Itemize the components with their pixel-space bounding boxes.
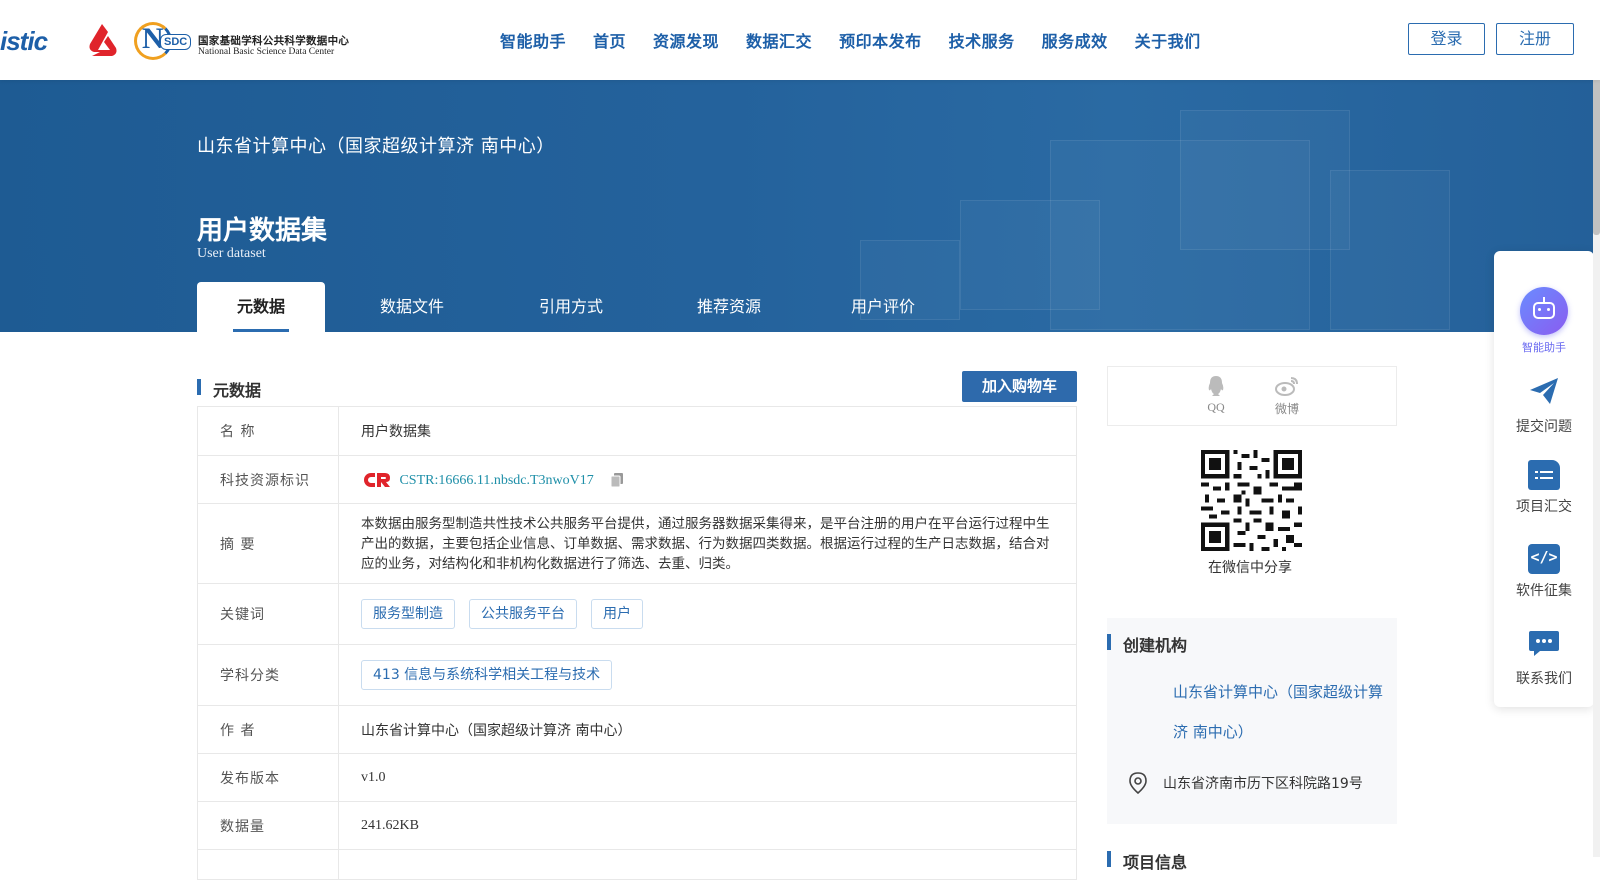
wechat-qr-code: [1201, 450, 1302, 551]
keyword-tag[interactable]: 服务型制造: [361, 599, 455, 629]
banner-deco-box: [1330, 170, 1450, 330]
float-project-label: 项目汇交: [1516, 499, 1572, 515]
org-title: 山东省计算中心（国家超级计算济 南中心）: [197, 136, 555, 157]
nsdc-sdc-badge: SDC: [160, 34, 192, 50]
keywords-cell: 服务型制造 公共服务平台 用户: [338, 583, 1077, 645]
row-value: [338, 849, 1077, 880]
keyword-tag[interactable]: 用户: [591, 599, 643, 629]
copy-icon[interactable]: [610, 472, 624, 488]
table-row: 发布版本 v1.0: [197, 753, 1077, 802]
banner-deco-box: [1180, 110, 1350, 250]
row-key: 科技资源标识: [197, 455, 339, 504]
nsdc-logo-cn: 国家基础学科公共科学数据中心: [198, 35, 350, 47]
dataset-tabs: 元数据 数据文件 引用方式 推荐资源 用户评价: [197, 282, 951, 332]
tab-data-files[interactable]: 数据文件: [325, 282, 499, 332]
row-key: 摘 要: [197, 503, 339, 584]
table-row: 关键词 服务型制造 公共服务平台 用户: [197, 583, 1077, 645]
row-key: 关键词: [197, 583, 339, 645]
tab-metadata[interactable]: 元数据: [197, 282, 325, 332]
float-assistant-label: 智能助手: [1522, 341, 1566, 354]
tab-citation[interactable]: 引用方式: [499, 282, 643, 332]
row-key: 发布版本: [197, 753, 339, 802]
cstr-cell: CSTR:16666.11.nbsdc.T3nwoV17: [338, 455, 1077, 504]
banner-deco-box: [960, 200, 1100, 310]
nav-submit-data[interactable]: 数据汇交: [746, 28, 812, 52]
site-header: istic N SDC 国家基础学科公共科学数据中心 National Basi…: [0, 0, 1600, 80]
cstr-link[interactable]: CSTR:16666.11.nbsdc.T3nwoV17: [399, 473, 593, 488]
tab-recommended[interactable]: 推荐资源: [643, 282, 815, 332]
float-contact[interactable]: 联系我们: [1494, 628, 1594, 688]
version-value: v1.0: [338, 753, 1077, 802]
main-nav: 智能助手 首页 资源发现 数据汇交 预印本发布 技术服务 服务成效 关于我们: [500, 28, 1228, 52]
creator-org-link[interactable]: 山东省计算中心（国家超级计算济 南中心）: [1173, 672, 1383, 752]
dataset-title: 用户数据集: [197, 216, 328, 246]
istic-logo[interactable]: istic: [0, 20, 66, 60]
table-row: 学科分类 413 信息与系统科学相关工程与技术: [197, 644, 1077, 706]
float-submit-label: 提交问题: [1516, 419, 1572, 435]
login-button[interactable]: 登录: [1408, 23, 1485, 55]
add-to-cart-button[interactable]: 加入购物车: [962, 371, 1077, 402]
float-project[interactable]: 项目汇交: [1494, 460, 1594, 516]
nav-tech-service[interactable]: 技术服务: [949, 28, 1015, 52]
table-row: 名 称 用户数据集: [197, 406, 1077, 456]
size-value: 241.62KB: [338, 801, 1077, 850]
nav-preprint[interactable]: 预印本发布: [839, 28, 922, 52]
chat-bubble-icon: [1529, 631, 1559, 656]
float-software-label: 软件征集: [1516, 583, 1572, 599]
row-key: 数据量: [197, 801, 339, 850]
abstract-value: 本数据由服务型制造共性技术公共服务平台提供，通过服务器数据采集得来，是平台注册的…: [338, 503, 1077, 584]
row-key: 作 者: [197, 705, 339, 754]
creator-section-title: 创建机构: [1107, 632, 1187, 656]
dataset-name-value: 用户数据集: [338, 406, 1077, 456]
subject-tag[interactable]: 413 信息与系统科学相关工程与技术: [361, 660, 613, 690]
share-qq[interactable]: QQ: [1196, 375, 1236, 415]
robot-icon: [1520, 287, 1568, 335]
nav-outcomes[interactable]: 服务成效: [1042, 28, 1108, 52]
table-row: 数据量 241.62KB: [197, 801, 1077, 850]
float-assistant[interactable]: 智能助手: [1494, 287, 1594, 355]
share-weibo[interactable]: 微博: [1267, 375, 1307, 417]
table-row: 科技资源标识 CSTR:16666.11.nbsdc.T3nwoV17: [197, 455, 1077, 504]
nav-home[interactable]: 首页: [593, 28, 626, 52]
paper-plane-icon: [1530, 378, 1558, 404]
float-contact-label: 联系我们: [1516, 671, 1572, 687]
brand-s-logo[interactable]: [82, 22, 122, 58]
weibo-label: 微博: [1274, 402, 1299, 416]
istic-logo-text: istic: [0, 26, 48, 56]
metadata-table: 名 称 用户数据集 科技资源标识 CSTR:16666.11.nbsdc.T3n…: [197, 406, 1077, 880]
dataset-subtitle: User dataset: [197, 246, 266, 261]
nsdc-logo-en: National Basic Science Data Center: [198, 47, 335, 57]
float-software[interactable]: </> 软件征集: [1494, 544, 1594, 600]
nav-discover[interactable]: 资源发现: [653, 28, 719, 52]
project-section-title: 项目信息: [1107, 849, 1187, 873]
tab-reviews[interactable]: 用户评价: [815, 282, 951, 332]
cstr-logo-icon: [364, 472, 390, 487]
floating-toolbar: 智能助手 提交问题 项目汇交 </> 软件征集 联系我们: [1494, 251, 1594, 707]
keyword-tag[interactable]: 公共服务平台: [469, 599, 577, 629]
register-button[interactable]: 注册: [1496, 23, 1574, 55]
row-key: 名 称: [197, 406, 339, 456]
table-row: 摘 要 本数据由服务型制造共性技术公共服务平台提供，通过服务器数据采集得来，是平…: [197, 503, 1077, 584]
location-pin-icon: [1129, 772, 1147, 794]
row-key: [197, 849, 339, 880]
subject-cell: 413 信息与系统科学相关工程与技术: [338, 644, 1077, 706]
qq-label: QQ: [1207, 400, 1225, 414]
nav-assistant[interactable]: 智能助手: [500, 28, 566, 52]
folder-list-icon: [1528, 460, 1560, 490]
page-scrollbar[interactable]: [1593, 0, 1600, 857]
qq-icon: [1208, 376, 1224, 396]
nav-about[interactable]: 关于我们: [1135, 28, 1201, 52]
share-box: QQ 微博: [1107, 366, 1397, 426]
code-icon: </>: [1528, 544, 1560, 574]
table-row: [197, 849, 1077, 880]
float-submit-issue[interactable]: 提交问题: [1494, 376, 1594, 436]
creator-address: 山东省济南市历下区科院路19号: [1163, 776, 1363, 792]
row-key: 学科分类: [197, 644, 339, 706]
table-row: 作 者 山东省计算中心（国家超级计算济 南中心）: [197, 705, 1077, 754]
metadata-section-title: 元数据: [197, 377, 261, 401]
nsdc-logo[interactable]: N SDC 国家基础学科公共科学数据中心 National Basic Scie…: [134, 20, 354, 62]
wechat-share-label: 在微信中分享: [1208, 560, 1292, 576]
weibo-icon: [1275, 377, 1298, 396]
author-value: 山东省计算中心（国家超级计算济 南中心）: [338, 705, 1077, 754]
